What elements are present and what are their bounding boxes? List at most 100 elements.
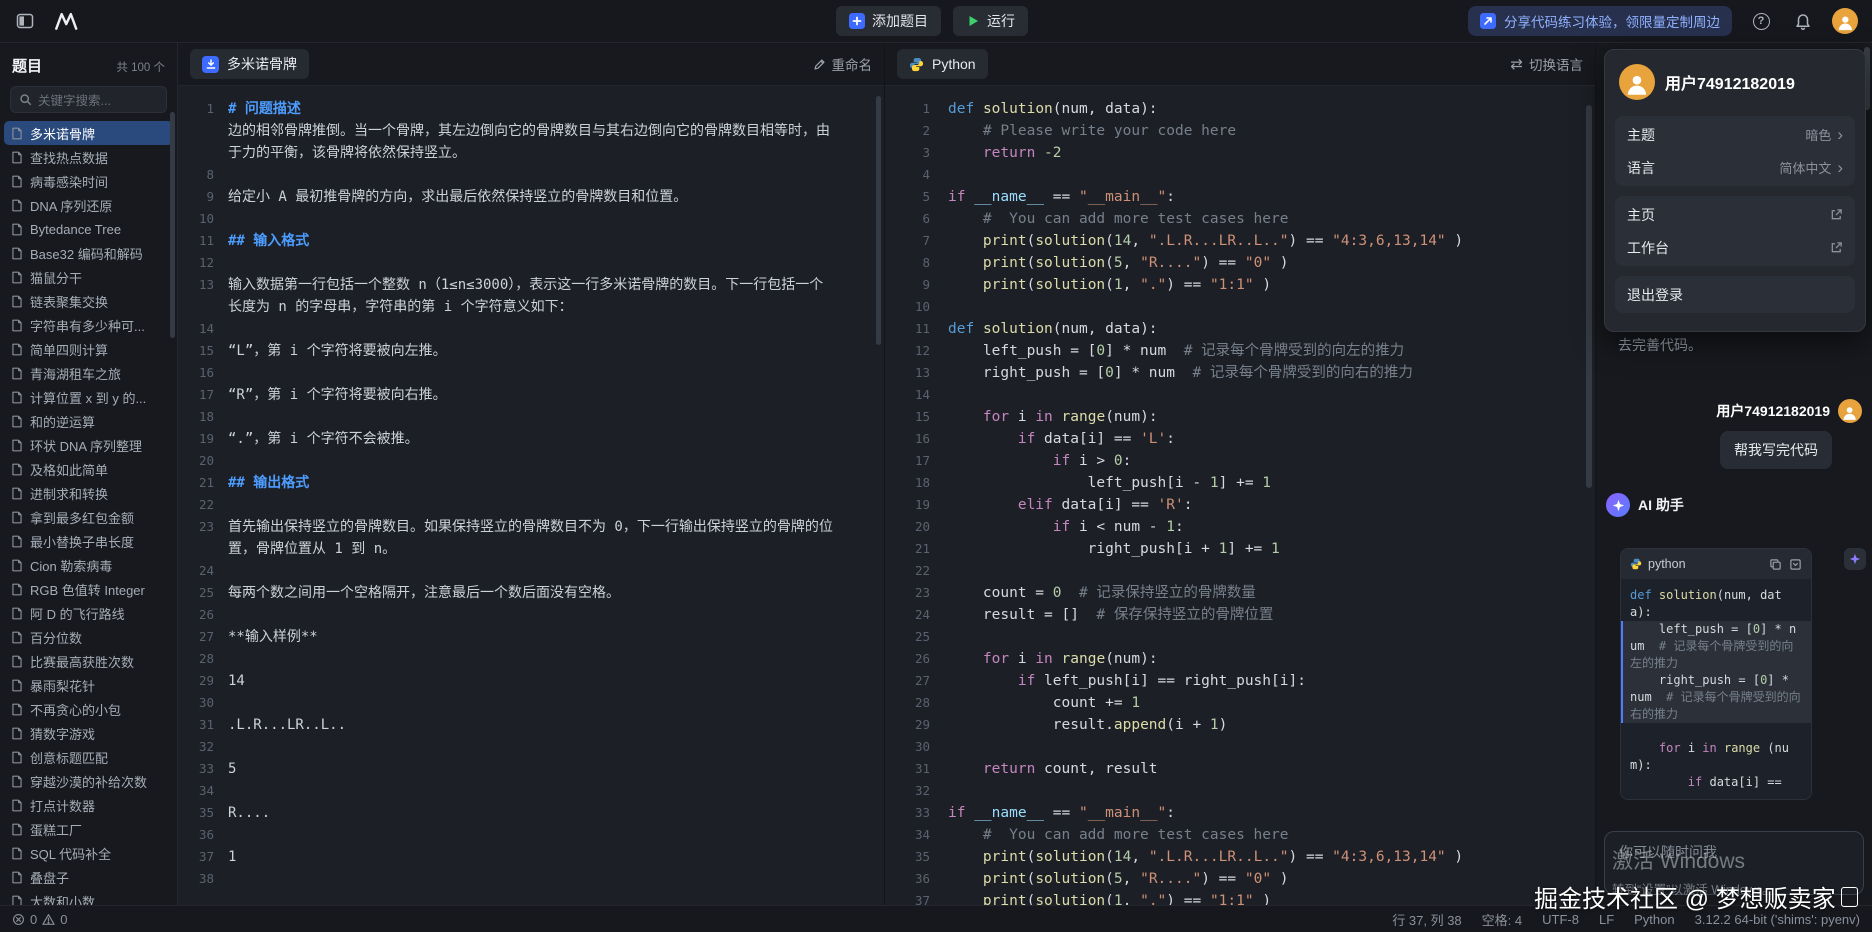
chat-input[interactable]: 你可以随时问我 <box>1604 831 1864 895</box>
interpreter[interactable]: 3.12.2 64-bit ('shims': pyenv) <box>1695 912 1860 927</box>
problem-list-item[interactable]: Cion 勒索病毒 <box>4 553 173 577</box>
problem-list-item[interactable]: SQL 代码补全 <box>4 841 173 865</box>
problem-list-item[interactable]: 猜数字游戏 <box>4 721 173 745</box>
problem-list-item[interactable]: 叠盘子 <box>4 865 173 889</box>
problem-list-item[interactable]: 不再贪心的小包 <box>4 697 173 721</box>
editor-line: 18 left_push[i - 1] += 1 <box>885 472 1595 494</box>
editor-line: 16 if data[i] == 'L': <box>885 428 1595 450</box>
problem-list-item[interactable]: 多米诺骨牌 <box>4 121 173 145</box>
problem-list-item[interactable]: 病毒感染时间 <box>4 169 173 193</box>
language-mode[interactable]: Python <box>1634 912 1674 927</box>
description-row: 27**输入样例** <box>178 626 884 648</box>
problem-list-item[interactable]: 查找热点数据 <box>4 145 173 169</box>
problem-list-item[interactable]: Base32 编码和解码 <box>4 241 173 265</box>
menu-item-workspace[interactable]: 工作台 <box>1615 231 1855 264</box>
document-icon <box>11 439 23 452</box>
menu-item-theme[interactable]: 主题 暗色› <box>1615 118 1855 151</box>
editor-line: 24 result = [] # 保存保持竖立的骨牌位置 <box>885 604 1595 626</box>
document-icon <box>11 535 23 548</box>
eol[interactable]: LF <box>1599 912 1614 927</box>
document-icon <box>11 799 23 812</box>
problem-list-item[interactable]: 最小替换子串长度 <box>4 529 173 553</box>
problem-sidebar: 题目 共 100 个 关键字搜索... 多米诺骨牌 查找热点数据 病毒感染时间 <box>0 43 178 905</box>
app-logo[interactable] <box>54 8 80 34</box>
language-tab[interactable]: Python <box>897 49 988 79</box>
problem-list-item[interactable]: 创意标题匹配 <box>4 745 173 769</box>
chat-code-block: python def solution(num, data): left_pus… <box>1620 548 1812 800</box>
problem-list-item[interactable]: 拿到最多红包金额 <box>4 505 173 529</box>
menu-item-logout[interactable]: 退出登录 <box>1615 278 1855 311</box>
editor-line: 15 for i in range(num): <box>885 406 1595 428</box>
problem-list-item[interactable]: DNA 序列还原 <box>4 193 173 217</box>
menu-item-language[interactable]: 语言 简体中文› <box>1615 151 1855 184</box>
problem-list-item[interactable]: 及格如此简单 <box>4 457 173 481</box>
chat-code-line: def solution(num, data): <box>1621 587 1811 621</box>
run-button[interactable]: 运行 <box>953 6 1028 36</box>
editor-line: 21 right_push[i + 1] += 1 <box>885 538 1595 560</box>
user-avatar[interactable] <box>1832 8 1858 34</box>
description-tab[interactable]: 多米诺骨牌 <box>190 49 309 79</box>
copy-icon[interactable] <box>1769 558 1782 571</box>
cursor-position[interactable]: 行 37, 列 38 <box>1392 910 1461 929</box>
description-scrollbar[interactable] <box>876 96 881 345</box>
problem-list-item[interactable]: 猫鼠分干 <box>4 265 173 289</box>
document-icon <box>11 175 23 188</box>
problem-list-item[interactable]: 阿 D 的飞行路线 <box>4 601 173 625</box>
user-dropdown-menu: 用户74912182019 主题 暗色› 语言 简体中文› 主页 工作台 <box>1604 49 1866 332</box>
problem-item-label: 简单四则计算 <box>30 340 108 359</box>
switch-language-button[interactable]: ⇄ 切换语言 <box>1510 54 1583 74</box>
notifications-bell-icon[interactable] <box>1790 8 1816 34</box>
document-icon <box>11 199 23 212</box>
description-row: 335 <box>178 758 884 780</box>
editor-line: 13 right_push = [0] * num # 记录每个骨牌受到的向右的… <box>885 362 1595 384</box>
editor-line: 2 # Please write your code here <box>885 120 1595 142</box>
insert-code-icon[interactable] <box>1789 558 1802 571</box>
problem-list-item[interactable]: 打点计数器 <box>4 793 173 817</box>
search-input[interactable]: 关键字搜索... <box>10 86 167 113</box>
problem-list-item[interactable]: 简单四则计算 <box>4 337 173 361</box>
indentation[interactable]: 空格: 4 <box>1482 910 1522 929</box>
problem-list-item[interactable]: 青海湖租车之旅 <box>4 361 173 385</box>
problem-list-item[interactable]: 和的逆运算 <box>4 409 173 433</box>
menu-item-home[interactable]: 主页 <box>1615 198 1855 231</box>
problem-item-label: 暴雨梨花针 <box>30 676 95 695</box>
problem-list-item[interactable]: 大数和小数 <box>4 889 173 905</box>
problem-list-item[interactable]: 比赛最高获胜次数 <box>4 649 173 673</box>
share-banner-button[interactable]: 分享代码练习体验，领限量定制周边 <box>1468 6 1732 36</box>
problem-list-item[interactable]: 进制求和转换 <box>4 481 173 505</box>
description-editor[interactable]: 1# 问题描述边的相邻骨牌推倒。当一个骨牌，其左边倒向它的骨牌数目与其右边倒向它… <box>178 86 884 905</box>
sidebar-toggle-icon[interactable] <box>12 8 38 34</box>
problem-list-item[interactable]: RGB 色值转 Integer <box>4 577 173 601</box>
problem-list-item[interactable]: 百分位数 <box>4 625 173 649</box>
warnings-indicator[interactable]: 0 <box>42 912 67 927</box>
code-editor[interactable]: 1def solution(num, data):2 # Please writ… <box>885 86 1595 905</box>
language-value: 简体中文 <box>1779 158 1831 177</box>
problem-item-label: 穿越沙漠的补给次数 <box>30 772 147 791</box>
description-row: 21## 输出格式 <box>178 472 884 494</box>
magic-wand-button[interactable] <box>1844 548 1866 570</box>
help-icon[interactable]: ? <box>1748 8 1774 34</box>
errors-indicator[interactable]: 0 <box>12 912 37 927</box>
editor-line: 17 if i > 0: <box>885 450 1595 472</box>
rename-button[interactable]: 重命名 <box>813 54 873 74</box>
problem-list-item[interactable]: 字符串有多少种可... <box>4 313 173 337</box>
problem-list-item[interactable]: 穿越沙漠的补给次数 <box>4 769 173 793</box>
problem-list-item[interactable]: 链表聚集交换 <box>4 289 173 313</box>
problem-list-item[interactable]: Bytedance Tree <box>4 217 173 241</box>
editor-scrollbar[interactable] <box>1586 105 1592 488</box>
description-row: 24 <box>178 560 884 582</box>
error-count: 0 <box>30 912 37 927</box>
previous-message-fragment: 去完善代码。 <box>1618 335 1702 355</box>
problem-list-item[interactable]: 暴雨梨花针 <box>4 673 173 697</box>
description-row: 12 <box>178 252 884 274</box>
add-problem-button[interactable]: 添加题目 <box>836 6 941 36</box>
sidebar-scrollbar[interactable] <box>170 112 175 338</box>
description-row: 32 <box>178 736 884 758</box>
encoding[interactable]: UTF-8 <box>1542 912 1579 927</box>
problem-list-item[interactable]: 计算位置 x 到 y 的... <box>4 385 173 409</box>
problem-item-label: RGB 色值转 Integer <box>30 580 145 599</box>
description-row: 19“.”，第 i 个字符不会被推。 <box>178 428 884 450</box>
problem-list-item[interactable]: 蛋糕工厂 <box>4 817 173 841</box>
chat-code-line: left_push = [0] * num # 记录每个骨牌受到的向左的推力 <box>1621 621 1811 672</box>
problem-list-item[interactable]: 环状 DNA 序列整理 <box>4 433 173 457</box>
